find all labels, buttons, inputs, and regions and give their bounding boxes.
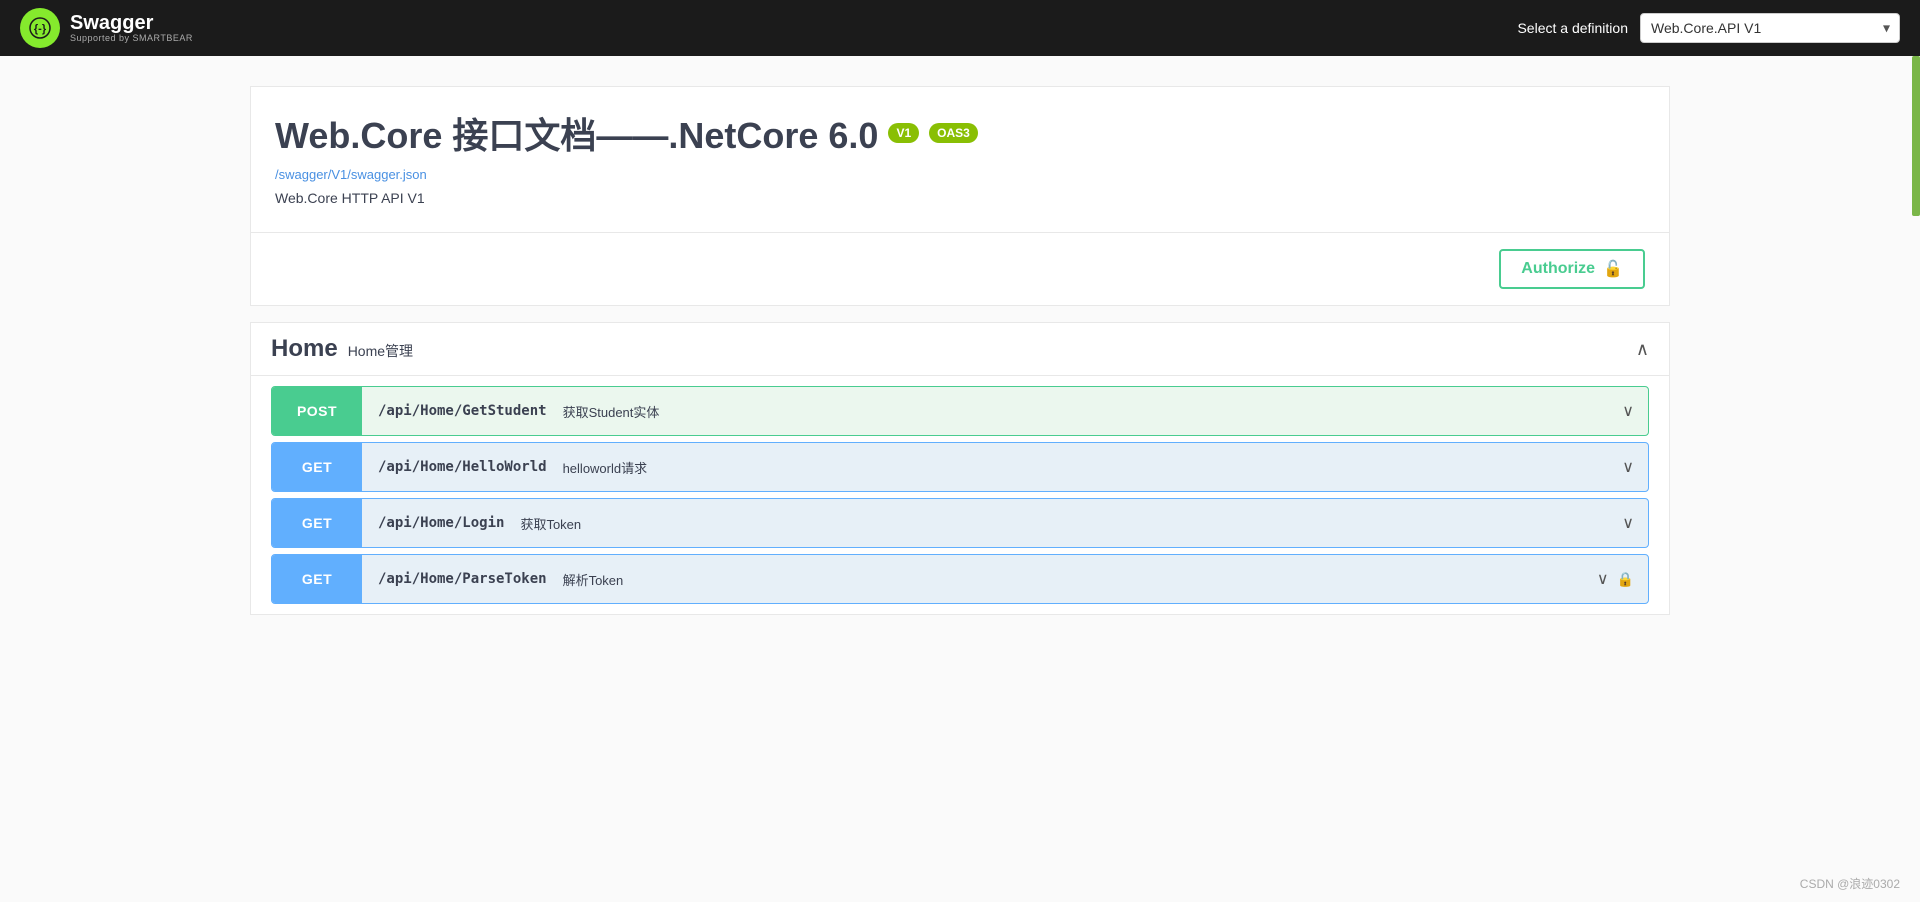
api-row-3[interactable]: GET /api/Home/ParseToken 解析Token ∨ 🔒 <box>271 554 1649 604</box>
path-text-1: /api/Home/HelloWorld <box>378 459 547 475</box>
brand-text: Swagger Supported by SMARTBEAR <box>70 13 193 43</box>
path-desc-0: 获取Student实体 <box>563 402 660 421</box>
api-row-1[interactable]: GET /api/Home/HelloWorld helloworld请求 ∨ <box>271 442 1649 492</box>
footer-watermark: CSDN @浪迹0302 <box>1800 875 1900 892</box>
api-link[interactable]: /swagger/V1/swagger.json <box>275 167 1645 182</box>
method-badge-2: GET <box>272 499 362 547</box>
api-row-right-0: ∨ <box>1608 401 1648 421</box>
section-title: Home Home管理 <box>271 335 413 363</box>
logo: {-} Swagger Supported by SMARTBEAR <box>20 8 193 48</box>
row-chevron-icon-2: ∨ <box>1622 513 1634 533</box>
swagger-logo-icon: {-} <box>20 8 60 48</box>
section-name: Home <box>271 335 338 363</box>
api-description: Web.Core HTTP API V1 <box>275 190 425 206</box>
row-lock-icon-3: 🔒 <box>1617 571 1634 588</box>
path-text-3: /api/Home/ParseToken <box>378 571 547 587</box>
api-path-0: /api/Home/GetStudent 获取Student实体 <box>362 390 1608 433</box>
path-text-2: /api/Home/Login <box>378 515 504 531</box>
api-path-1: /api/Home/HelloWorld helloworld请求 <box>362 446 1608 489</box>
definition-select[interactable]: Web.Core.API V1 <box>1640 13 1900 43</box>
api-row-right-3: ∨ 🔒 <box>1583 569 1648 589</box>
title-section: Web.Core 接口文档——.NetCore 6.0 V1 OAS3 /swa… <box>250 86 1670 233</box>
method-badge-3: GET <box>272 555 362 603</box>
brand-name: Swagger <box>70 13 193 33</box>
path-text-0: /api/Home/GetStudent <box>378 403 547 419</box>
api-row-right-1: ∨ <box>1608 457 1648 477</box>
api-section: Home Home管理 ∧ POST /api/Home/GetStudent … <box>250 322 1670 615</box>
main-content: Web.Core 接口文档——.NetCore 6.0 V1 OAS3 /swa… <box>230 56 1690 615</box>
badge-v1: V1 <box>888 123 919 143</box>
method-badge-1: GET <box>272 443 362 491</box>
api-title: Web.Core 接口文档——.NetCore 6.0 V1 OAS3 <box>275 107 1645 159</box>
api-list: POST /api/Home/GetStudent 获取Student实体 ∨ … <box>251 376 1669 614</box>
api-title-text: Web.Core 接口文档——.NetCore 6.0 <box>275 107 878 159</box>
section-header[interactable]: Home Home管理 ∧ <box>251 323 1669 376</box>
api-path-3: /api/Home/ParseToken 解析Token <box>362 558 1583 601</box>
section-description: Home管理 <box>348 341 413 361</box>
definition-select-wrapper[interactable]: Web.Core.API V1 <box>1640 13 1900 43</box>
authorize-label: Authorize <box>1521 260 1595 278</box>
row-chevron-icon-1: ∨ <box>1622 457 1634 477</box>
row-chevron-icon-0: ∨ <box>1622 401 1634 421</box>
api-row-0[interactable]: POST /api/Home/GetStudent 获取Student实体 ∨ <box>271 386 1649 436</box>
header: {-} Swagger Supported by SMARTBEAR Selec… <box>0 0 1920 56</box>
header-right: Select a definition Web.Core.API V1 <box>1517 13 1900 43</box>
authorize-button[interactable]: Authorize 🔓 <box>1499 249 1645 289</box>
svg-text:{-}: {-} <box>34 23 47 35</box>
path-desc-1: helloworld请求 <box>563 458 648 477</box>
lock-icon: 🔓 <box>1603 259 1623 279</box>
row-chevron-icon-3: ∨ <box>1597 569 1609 589</box>
method-badge-0: POST <box>272 387 362 435</box>
api-row-2[interactable]: GET /api/Home/Login 获取Token ∨ <box>271 498 1649 548</box>
path-desc-2: 获取Token <box>520 514 581 533</box>
brand-sub: Supported by SMARTBEAR <box>70 33 193 43</box>
section-chevron-icon: ∧ <box>1636 339 1649 360</box>
api-row-right-2: ∨ <box>1608 513 1648 533</box>
scrollbar-indicator <box>1912 56 1920 216</box>
badge-oas3: OAS3 <box>929 123 978 143</box>
path-desc-3: 解析Token <box>563 570 624 589</box>
api-path-2: /api/Home/Login 获取Token <box>362 502 1608 545</box>
select-label: Select a definition <box>1517 20 1628 36</box>
authorize-section: Authorize 🔓 <box>250 233 1670 306</box>
